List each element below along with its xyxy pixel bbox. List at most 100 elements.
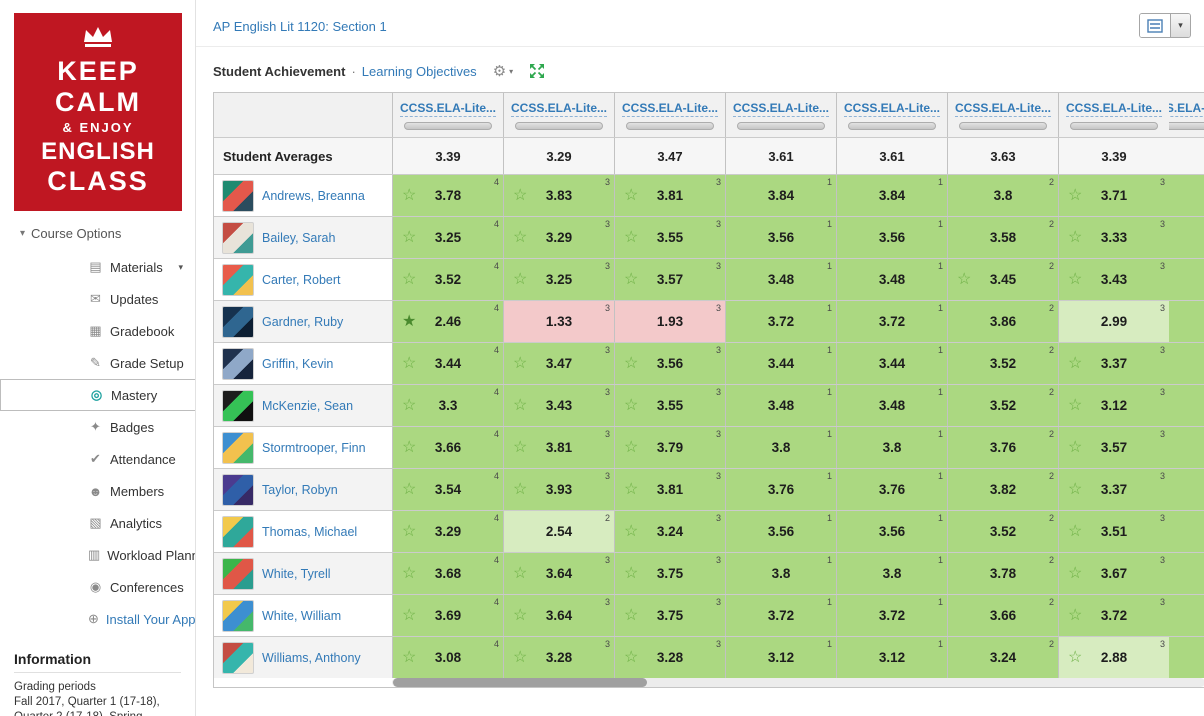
- student-name-link[interactable]: McKenzie, Sean: [262, 399, 353, 413]
- course-options-toggle[interactable]: ▾ Course Options: [0, 211, 195, 241]
- grade-cell[interactable]: ☆ 3.33 3: [1058, 217, 1169, 258]
- sidebar-item-workload-planning[interactable]: ▥ Workload Planning: [0, 539, 195, 571]
- grade-cell[interactable]: 3.72 1: [725, 595, 836, 636]
- grade-cell[interactable]: ☆ 3.55 3: [614, 385, 725, 426]
- grade-cell[interactable]: ☆ 3.25 4: [392, 217, 503, 258]
- grade-cell[interactable]: ☆ 3.81 3: [614, 175, 725, 216]
- column-header[interactable]: CCSS.ELA-Lite...: [614, 93, 725, 137]
- grade-cell[interactable]: 3.56 1: [725, 511, 836, 552]
- grade-cell[interactable]: 3.48 1: [725, 259, 836, 300]
- grade-cell[interactable]: [1169, 637, 1204, 678]
- grade-cell[interactable]: ☆ 3.45 2: [947, 259, 1058, 300]
- grade-cell[interactable]: ☆ 3.37 3: [1058, 469, 1169, 510]
- grade-cell[interactable]: [1169, 553, 1204, 594]
- column-header[interactable]: CCSS.ELA-Lite...: [947, 93, 1058, 137]
- grade-cell[interactable]: 3.84 1: [836, 175, 947, 216]
- grade-cell[interactable]: ☆ 3.29 4: [392, 511, 503, 552]
- settings-dropdown-button[interactable]: ⚙ ▾: [493, 62, 513, 80]
- grade-cell[interactable]: 3.76 1: [836, 469, 947, 510]
- sidebar-item-grade-setup[interactable]: ✎ Grade Setup: [0, 347, 195, 379]
- grade-cell[interactable]: 3.82 2: [947, 469, 1058, 510]
- course-title-link[interactable]: AP English Lit 1120: Section 1: [213, 19, 387, 34]
- student-name-link[interactable]: Griffin, Kevin: [262, 357, 333, 371]
- sidebar-item-analytics[interactable]: ▧ Analytics: [0, 507, 195, 539]
- student-name-link[interactable]: Williams, Anthony: [262, 651, 361, 665]
- grade-cell[interactable]: 3.52 2: [947, 343, 1058, 384]
- grade-cell[interactable]: ☆ 3.51 3: [1058, 511, 1169, 552]
- grade-cell[interactable]: ☆ 3.44 4: [392, 343, 503, 384]
- grade-cell[interactable]: 3.8 1: [725, 553, 836, 594]
- column-header[interactable]: CCSS.ELA-Lite...: [836, 93, 947, 137]
- grade-cell[interactable]: ☆ 3.57 3: [1058, 427, 1169, 468]
- grade-cell[interactable]: 3.56 1: [725, 217, 836, 258]
- grade-cell[interactable]: 3.72 1: [836, 595, 947, 636]
- grade-cell[interactable]: ☆ 3.56 3: [614, 343, 725, 384]
- grade-cell[interactable]: 3.66 2: [947, 595, 1058, 636]
- column-header[interactable]: CCSS.ELA-Lite...: [1169, 93, 1204, 137]
- grade-cell[interactable]: [1169, 469, 1204, 510]
- scrollbar-thumb[interactable]: [393, 678, 647, 687]
- grade-cell[interactable]: 3.84 1: [725, 175, 836, 216]
- sidebar-item-mastery[interactable]: ◎ Mastery: [0, 379, 195, 411]
- grade-cell[interactable]: 3.48 1: [836, 385, 947, 426]
- student-name-link[interactable]: White, Tyrell: [262, 567, 331, 581]
- grade-cell[interactable]: ☆ 3.69 4: [392, 595, 503, 636]
- student-name-link[interactable]: Gardner, Ruby: [262, 315, 343, 329]
- grade-cell[interactable]: ☆ 3.28 3: [614, 637, 725, 678]
- horizontal-scrollbar[interactable]: [392, 678, 1204, 687]
- grade-cell[interactable]: ☆ 3.28 3: [503, 637, 614, 678]
- grade-cell[interactable]: 3.8 1: [725, 427, 836, 468]
- student-name-link[interactable]: Thomas, Michael: [262, 525, 357, 539]
- grade-cell[interactable]: ★ 2.46 4: [392, 301, 503, 342]
- column-header[interactable]: CCSS.ELA-Lite...: [725, 93, 836, 137]
- grade-cell[interactable]: ☆ 3.3 4: [392, 385, 503, 426]
- sidebar-item-materials[interactable]: ▤ Materials ▾: [0, 251, 195, 283]
- grade-cell[interactable]: 3.8 1: [836, 553, 947, 594]
- grade-cell[interactable]: ☆ 3.25 3: [503, 259, 614, 300]
- grade-cell[interactable]: [1169, 385, 1204, 426]
- grade-cell[interactable]: [1169, 259, 1204, 300]
- grade-cell[interactable]: ☆ 3.43 3: [1058, 259, 1169, 300]
- sidebar-item-gradebook[interactable]: ▦ Gradebook: [0, 315, 195, 347]
- grade-cell[interactable]: ☆ 3.71 3: [1058, 175, 1169, 216]
- grade-cell[interactable]: ☆ 3.43 3: [503, 385, 614, 426]
- grade-cell[interactable]: ☆ 3.67 3: [1058, 553, 1169, 594]
- sidebar-item-install-your-app-s[interactable]: ⊕ Install Your App(s): [0, 603, 195, 635]
- grade-cell[interactable]: [1169, 595, 1204, 636]
- column-header[interactable]: CCSS.ELA-Lite...: [1058, 93, 1169, 137]
- column-header[interactable]: CCSS.ELA-Lite...: [392, 93, 503, 137]
- grade-cell[interactable]: 2.99 3: [1058, 301, 1169, 342]
- grade-cell[interactable]: 1.33 3: [503, 301, 614, 342]
- grade-cell[interactable]: ☆ 3.68 4: [392, 553, 503, 594]
- list-view-button[interactable]: [1140, 14, 1170, 37]
- grade-cell[interactable]: [1169, 511, 1204, 552]
- grade-cell[interactable]: ☆ 3.52 4: [392, 259, 503, 300]
- grade-cell[interactable]: 3.86 2: [947, 301, 1058, 342]
- grade-cell[interactable]: ☆ 3.81 3: [503, 427, 614, 468]
- grade-cell[interactable]: [1169, 217, 1204, 258]
- sidebar-item-attendance[interactable]: ✔ Attendance: [0, 443, 195, 475]
- student-name-link[interactable]: Carter, Robert: [262, 273, 341, 287]
- grade-cell[interactable]: 3.44 1: [836, 343, 947, 384]
- grade-cell[interactable]: 3.8 2: [947, 175, 1058, 216]
- grade-cell[interactable]: 3.52 2: [947, 385, 1058, 426]
- learning-objectives-link[interactable]: Learning Objectives: [362, 64, 477, 79]
- grade-cell[interactable]: ☆ 3.29 3: [503, 217, 614, 258]
- grade-cell[interactable]: ☆ 3.55 3: [614, 217, 725, 258]
- grade-cell[interactable]: ☆ 3.72 3: [1058, 595, 1169, 636]
- fullscreen-button[interactable]: [529, 63, 545, 79]
- grade-cell[interactable]: ☆ 3.47 3: [503, 343, 614, 384]
- grade-cell[interactable]: [1169, 343, 1204, 384]
- grade-cell[interactable]: ☆ 3.79 3: [614, 427, 725, 468]
- grade-cell[interactable]: 3.8 1: [836, 427, 947, 468]
- grade-cell[interactable]: 3.56 1: [836, 511, 947, 552]
- grade-cell[interactable]: 2.54 2: [503, 511, 614, 552]
- grade-cell[interactable]: ☆ 3.37 3: [1058, 343, 1169, 384]
- sidebar-item-updates[interactable]: ✉ Updates: [0, 283, 195, 315]
- grade-cell[interactable]: 3.44 1: [725, 343, 836, 384]
- grade-cell[interactable]: 3.76 1: [725, 469, 836, 510]
- grade-cell[interactable]: ☆ 3.54 4: [392, 469, 503, 510]
- grade-cell[interactable]: ☆ 2.88 3: [1058, 637, 1169, 678]
- grade-cell[interactable]: ☆ 3.81 3: [614, 469, 725, 510]
- grade-cell[interactable]: ☆ 3.57 3: [614, 259, 725, 300]
